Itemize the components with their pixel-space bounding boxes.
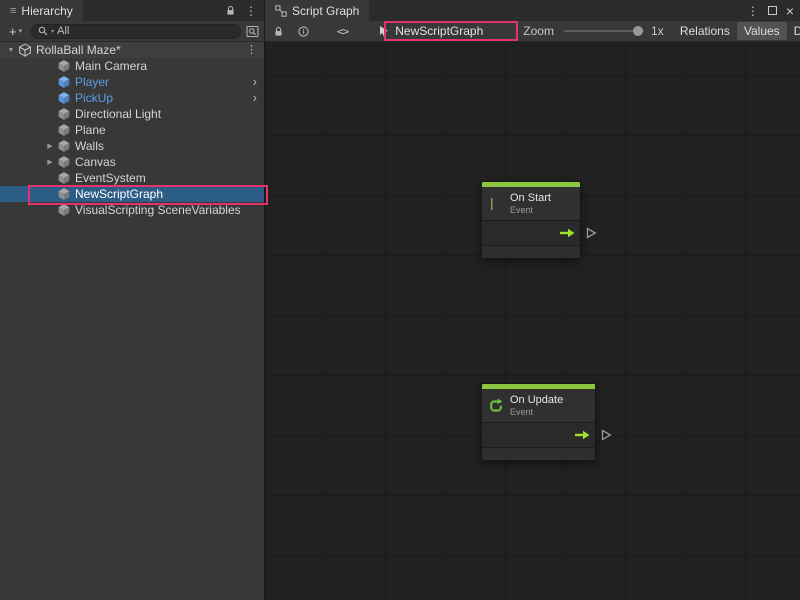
panel-menu-icon[interactable]: ⋮ (245, 5, 257, 17)
pick-object-icon[interactable] (246, 25, 259, 38)
tab-script-graph[interactable]: Script Graph (265, 0, 369, 21)
relations-toggle[interactable]: Relations (673, 22, 737, 40)
hierarchy-item-pickup[interactable]: PickUp › (0, 90, 264, 106)
search-text: All (57, 25, 69, 37)
tab-script-graph-label: Script Graph (292, 4, 359, 18)
trigger-output-arrow-icon (559, 228, 575, 238)
hierarchy-tabbar: ≡ Hierarchy ⋮ (0, 0, 264, 21)
window-menu-icon[interactable]: ⋮ (747, 5, 759, 17)
foldout-closed-icon[interactable]: ▶ (43, 142, 57, 150)
update-loop-icon (488, 398, 504, 414)
node-port-row (482, 220, 580, 246)
plus-icon: + (9, 24, 17, 39)
prefab-open-chevron-icon[interactable]: › (253, 90, 257, 106)
graph-name-label: NewScriptGraph (395, 24, 483, 38)
tab-hierarchy[interactable]: ≡ Hierarchy (0, 0, 83, 21)
hierarchy-tab-controls: ⋮ (225, 0, 264, 21)
hierarchy-item-directional-light[interactable]: Directional Light (0, 106, 264, 122)
node-footer (482, 246, 580, 258)
graph-canvas[interactable]: On Start Event On Update Event (265, 42, 800, 600)
start-flag-icon (488, 196, 504, 212)
list-icon: ≡ (10, 5, 16, 17)
dim-toggle[interactable]: Dim (787, 22, 800, 40)
gameobject-icon (57, 187, 71, 201)
hierarchy-item-eventsystem[interactable]: EventSystem (0, 170, 264, 186)
node-header: On Start Event (482, 187, 580, 220)
hierarchy-item-main-camera[interactable]: Main Camera (0, 58, 264, 74)
graph-window-controls: ⋮ × (747, 0, 800, 21)
unity-window: ≡ Hierarchy ⋮ + ▾ ▾ All ▼ (0, 0, 800, 600)
foldout-closed-icon[interactable]: ▶ (43, 158, 57, 166)
code-view-icon[interactable]: <> (337, 25, 348, 38)
zoom-label: Zoom (523, 24, 554, 38)
close-icon[interactable]: × (786, 4, 794, 18)
values-toggle[interactable]: Values (737, 22, 787, 40)
scene-label: RollaBall Maze* (36, 43, 121, 57)
caret-down-icon: ▾ (19, 27, 23, 35)
maximize-icon[interactable] (768, 6, 777, 15)
graph-tabbar: Script Graph ⋮ × (265, 0, 800, 21)
gameobject-icon (57, 59, 71, 73)
hierarchy-tree: ▼ RollaBall Maze* ⋮ Main Camera Player ›… (0, 42, 264, 600)
trigger-output-port[interactable] (601, 429, 612, 441)
script-graph-panel: Script Graph ⋮ × <> NewScriptGraph Zoom (265, 0, 800, 600)
node-header: On Update Event (482, 389, 595, 422)
hierarchy-item-canvas[interactable]: ▶ Canvas (0, 154, 264, 170)
trigger-output-port[interactable] (586, 227, 597, 239)
hierarchy-toolbar: + ▾ ▾ All (0, 21, 264, 42)
trigger-output-arrow-icon (574, 430, 590, 440)
node-on-update[interactable]: On Update Event (481, 383, 596, 461)
hierarchy-item-player[interactable]: Player › (0, 74, 264, 90)
info-icon[interactable] (298, 26, 309, 37)
scene-menu-icon[interactable]: ⋮ (246, 42, 257, 58)
graph-icon (275, 5, 287, 17)
foldout-open-icon[interactable]: ▼ (4, 47, 18, 54)
graph-asset-icon (378, 25, 390, 38)
hierarchy-item-plane[interactable]: Plane (0, 122, 264, 138)
gameobject-icon (57, 203, 71, 217)
gameobject-icon (57, 155, 71, 169)
node-subtitle: Event (510, 205, 551, 215)
search-icon (38, 26, 48, 36)
gameobject-icon (57, 123, 71, 137)
tab-hierarchy-label: Hierarchy (21, 4, 72, 18)
gameobject-icon (57, 139, 71, 153)
gameobject-icon (57, 171, 71, 185)
node-on-start[interactable]: On Start Event (481, 181, 581, 259)
node-footer (482, 448, 595, 460)
hierarchy-search-input[interactable]: ▾ All (31, 24, 241, 39)
scene-row[interactable]: ▼ RollaBall Maze* ⋮ (0, 42, 264, 58)
graph-lock-icon[interactable] (273, 26, 284, 37)
node-title: On Update (510, 394, 563, 406)
hierarchy-panel: ≡ Hierarchy ⋮ + ▾ ▾ All ▼ (0, 0, 265, 600)
zoom-slider[interactable] (564, 30, 644, 32)
hierarchy-item-newscriptgraph[interactable]: NewScriptGraph (0, 186, 264, 202)
node-title: On Start (510, 192, 551, 204)
graph-name-breadcrumb[interactable]: NewScriptGraph (378, 24, 483, 38)
prefab-open-chevron-icon[interactable]: › (253, 74, 257, 90)
zoom-value: 1x (651, 24, 664, 38)
scene-icon (18, 43, 32, 57)
hierarchy-item-walls[interactable]: ▶ Walls (0, 138, 264, 154)
prefab-icon (57, 75, 71, 89)
add-gameobject-button[interactable]: + ▾ (5, 24, 26, 39)
zoom-slider-handle[interactable] (633, 26, 643, 36)
search-filter-caret-icon: ▾ (51, 28, 54, 35)
node-subtitle: Event (510, 407, 563, 417)
prefab-icon (57, 91, 71, 105)
node-port-row (482, 422, 595, 448)
graph-toolbar: <> NewScriptGraph Zoom 1x Relations Valu… (265, 21, 800, 42)
hierarchy-item-visualscripting-scenevariables[interactable]: VisualScripting SceneVariables (0, 202, 264, 218)
gameobject-icon (57, 107, 71, 121)
lock-icon[interactable] (225, 5, 236, 16)
